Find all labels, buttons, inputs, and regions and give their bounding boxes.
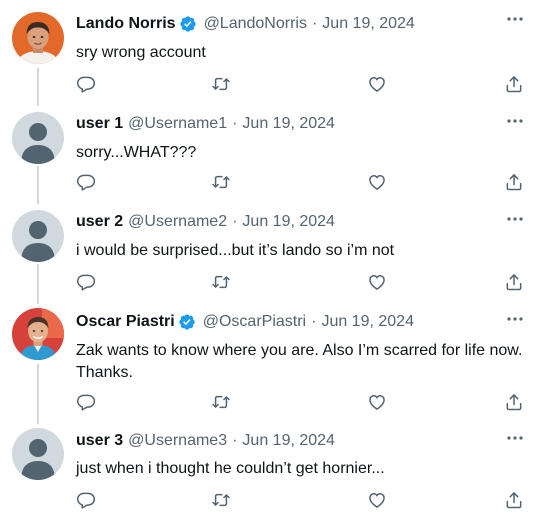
- more-dots-icon[interactable]: [504, 429, 526, 447]
- default-avatar: [12, 428, 64, 480]
- reply-bubble-icon[interactable]: [76, 74, 98, 96]
- separator-dot: ·: [311, 15, 318, 32]
- separator-dot: ·: [232, 115, 238, 132]
- reply-bubble-icon[interactable]: [76, 490, 98, 512]
- separator-dot: ·: [232, 213, 238, 230]
- tweet[interactable]: Oscar Piastri @OscarPiastri · Jun 19, 20…: [0, 296, 540, 416]
- tweet-text: sorry...WHAT???: [76, 144, 197, 161]
- tweet-thread: Lando Norris @LandoNorris · Jun 19, 2024…: [0, 0, 540, 524]
- retweet-icon[interactable]: [210, 172, 232, 194]
- reply-bubble-icon[interactable]: [76, 392, 98, 414]
- reply-bubble-icon[interactable]: [76, 172, 98, 194]
- heart-icon[interactable]: [367, 272, 389, 294]
- separator-dot: ·: [232, 432, 238, 449]
- separator-dot: ·: [311, 313, 317, 330]
- tweet-date[interactable]: Jun 19, 2024: [242, 115, 335, 133]
- share-upload-icon[interactable]: [504, 172, 526, 194]
- more-dots-icon[interactable]: [504, 112, 526, 130]
- reply-bubble-icon[interactable]: [76, 272, 98, 294]
- tweet-header: user 1 @Username1 · Jun 19, 2024: [76, 113, 335, 135]
- avatar[interactable]: [12, 308, 64, 360]
- heart-icon[interactable]: [367, 172, 389, 194]
- more-dots-icon[interactable]: [504, 10, 526, 28]
- tweet-text: sry wrong account: [76, 44, 206, 61]
- verified-badge-icon: [178, 313, 196, 331]
- share-upload-icon[interactable]: [504, 490, 526, 512]
- avatar[interactable]: [12, 210, 64, 262]
- tweet-date[interactable]: Jun 19, 2024: [242, 213, 335, 231]
- display-name[interactable]: Lando Norris: [76, 15, 176, 33]
- oscar-piastri-photo: [12, 308, 64, 360]
- share-upload-icon[interactable]: [504, 74, 526, 96]
- tweet-header: Oscar Piastri @OscarPiastri · Jun 19, 20…: [76, 311, 414, 333]
- user-handle[interactable]: @Username3: [128, 432, 227, 450]
- heart-icon[interactable]: [367, 74, 389, 96]
- share-upload-icon[interactable]: [504, 272, 526, 294]
- user-handle[interactable]: @Username1: [128, 115, 227, 133]
- display-name[interactable]: user 2: [76, 213, 123, 231]
- retweet-icon[interactable]: [210, 74, 232, 96]
- avatar[interactable]: [12, 428, 64, 480]
- tweet-text: Zak wants to know where you are. Also I’…: [76, 342, 523, 381]
- display-name[interactable]: user 1: [76, 115, 123, 133]
- retweet-icon[interactable]: [210, 272, 232, 294]
- tweet-text: i would be surprised...but it’s lando so…: [76, 242, 395, 259]
- tweet[interactable]: Lando Norris @LandoNorris · Jun 19, 2024…: [0, 0, 540, 100]
- tweet-header: user 3 @Username3 · Jun 19, 2024: [76, 430, 335, 452]
- tweet-text: just when i thought he couldn’t get horn…: [76, 460, 385, 477]
- more-dots-icon[interactable]: [504, 210, 526, 228]
- display-name[interactable]: Oscar Piastri: [76, 313, 175, 331]
- tweet-header: user 2 @Username2 · Jun 19, 2024: [76, 211, 335, 233]
- default-avatar: [12, 112, 64, 164]
- tweet[interactable]: user 2 @Username2 · Jun 19, 2024 i would…: [0, 198, 540, 296]
- share-upload-icon[interactable]: [504, 392, 526, 414]
- tweet-date[interactable]: Jun 19, 2024: [322, 15, 415, 33]
- heart-icon[interactable]: [367, 392, 389, 414]
- avatar[interactable]: [12, 12, 64, 64]
- verified-badge-icon: [179, 15, 197, 33]
- retweet-icon[interactable]: [210, 490, 232, 512]
- lando-norris-photo: [12, 12, 64, 64]
- retweet-icon[interactable]: [210, 392, 232, 414]
- default-avatar: [12, 210, 64, 262]
- tweet-date[interactable]: Jun 19, 2024: [242, 432, 335, 450]
- display-name[interactable]: user 3: [76, 432, 123, 450]
- avatar[interactable]: [12, 112, 64, 164]
- tweet-date[interactable]: Jun 19, 2024: [321, 313, 414, 331]
- tweet[interactable]: user 1 @Username1 · Jun 19, 2024 sorry..…: [0, 100, 540, 198]
- heart-icon[interactable]: [367, 490, 389, 512]
- user-handle[interactable]: @Username2: [128, 213, 227, 231]
- tweet-header: Lando Norris @LandoNorris · Jun 19, 2024: [76, 13, 415, 35]
- tweet[interactable]: user 3 @Username3 · Jun 19, 2024 just wh…: [0, 416, 540, 524]
- user-handle[interactable]: @OscarPiastri: [203, 313, 306, 331]
- more-dots-icon[interactable]: [504, 310, 526, 328]
- user-handle[interactable]: @LandoNorris: [204, 15, 307, 33]
